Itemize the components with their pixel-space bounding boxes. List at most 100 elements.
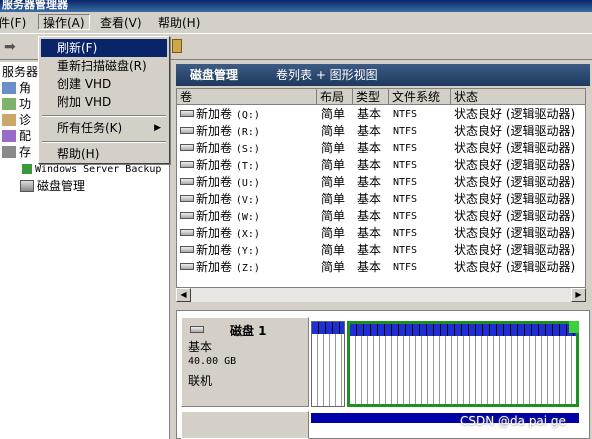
volume-icon <box>180 144 194 151</box>
disk-name: 磁盘 1 <box>230 324 267 338</box>
scroll-left-icon[interactable]: ◀ <box>176 288 191 302</box>
storage-icon <box>2 146 16 158</box>
layout-cell: 简单 <box>321 192 346 206</box>
tree-item-storage[interactable]: 存 <box>2 144 31 160</box>
disk-state: 联机 <box>188 374 213 388</box>
configuration-icon <box>2 130 16 142</box>
tree-item-backup[interactable]: Windows Server Backup <box>22 162 161 178</box>
volume-cell: 新加卷 (X:) <box>180 225 260 243</box>
tree-root-label[interactable]: 服务器 <box>2 64 38 80</box>
volume-cell: 新加卷 (Q:) <box>180 106 260 124</box>
partition-primary[interactable] <box>311 321 345 407</box>
layout-cell: 简单 <box>321 124 346 138</box>
status-cell: 状态良好 (逻辑驱动器) <box>454 243 576 257</box>
menu-action[interactable]: 操作(A) <box>38 14 90 30</box>
column-header-filesystem[interactable]: 文件系统 <box>389 89 451 105</box>
table-row[interactable]: 新加卷 (U:) 简单 基本 NTFS 状态良好 (逻辑驱动器) <box>177 174 585 192</box>
menu-help[interactable]: 帮助(H) <box>154 15 204 31</box>
table-row[interactable]: 新加卷 (W:) 简单 基本 NTFS 状态良好 (逻辑驱动器) <box>177 208 585 226</box>
watermark: CSDN @da pai ge <box>460 414 566 428</box>
disk-kind: 基本 <box>188 340 213 354</box>
panel-title: 磁盘管理 <box>190 68 239 82</box>
table-row[interactable]: 新加卷 (Q:) 简单 基本 NTFS 状态良好 (逻辑驱动器) <box>177 106 585 124</box>
window-title: 服务器管理器 <box>2 0 68 11</box>
status-cell: 状态良好 (逻辑驱动器) <box>454 192 576 206</box>
type-cell: 基本 <box>357 243 382 257</box>
column-header-layout[interactable]: 布局 <box>317 89 353 105</box>
free-space-marker <box>569 321 579 333</box>
panel-header: 磁盘管理 卷列表 + 图形视图 <box>176 64 590 86</box>
table-row[interactable]: 新加卷 (X:) 简单 基本 NTFS 状态良好 (逻辑驱动器) <box>177 225 585 243</box>
disk-management-icon <box>20 180 34 192</box>
horizontal-scrollbar[interactable]: ◀ ▶ <box>176 287 586 302</box>
tree-item-features[interactable]: 功 <box>2 96 31 112</box>
window-title-bar: 服务器管理器 <box>0 0 592 12</box>
type-cell: 基本 <box>357 158 382 172</box>
disk-info-card[interactable]: 磁盘 1 基本 40.00 GB 联机 <box>181 317 309 407</box>
disk-icon <box>190 326 204 333</box>
column-header-status[interactable]: 状态 <box>451 89 585 105</box>
volume-cell: 新加卷 (U:) <box>180 174 260 192</box>
volume-table: 卷 布局 类型 文件系统 状态 新加卷 (Q:) 简单 基本 NTFS 状态良好 (逻辑… <box>176 88 586 302</box>
type-cell: 基本 <box>357 209 382 223</box>
type-cell: 基本 <box>357 192 382 206</box>
table-row[interactable]: 新加卷 (V:) 简单 基本 NTFS 状态良好 (逻辑驱动器) <box>177 191 585 209</box>
tree-item-disk-management[interactable]: 磁盘管理 <box>20 178 85 194</box>
filesystem-cell: NTFS <box>393 245 418 256</box>
column-header-volume[interactable]: 卷 <box>177 89 317 105</box>
type-cell: 基本 <box>357 107 382 121</box>
table-row[interactable]: 新加卷 (Z:) 简单 基本 NTFS 状态良好 (逻辑驱动器) <box>177 259 585 276</box>
forward-arrow-icon[interactable]: ➡ <box>4 39 22 55</box>
status-cell: 状态良好 (逻辑驱动器) <box>454 124 576 138</box>
scroll-right-icon[interactable]: ▶ <box>571 288 586 302</box>
menu-help-item[interactable]: 帮助(H) <box>41 145 167 163</box>
layout-cell: 简单 <box>321 175 346 189</box>
type-cell: 基本 <box>357 260 382 274</box>
layout-cell: 简单 <box>321 243 346 257</box>
menu-rescan-disks[interactable]: 重新扫描磁盘(R) <box>41 57 167 75</box>
menu-separator <box>42 115 166 117</box>
table-row[interactable]: 新加卷 (Y:) 简单 基本 NTFS 状态良好 (逻辑驱动器) <box>177 242 585 260</box>
layout-cell: 简单 <box>321 141 346 155</box>
table-row[interactable]: 新加卷 (R:) 简单 基本 NTFS 状态良好 (逻辑驱动器) <box>177 123 585 141</box>
tree-item-roles[interactable]: 角 <box>2 80 31 96</box>
type-cell: 基本 <box>357 141 382 155</box>
filesystem-cell: NTFS <box>393 194 418 205</box>
disk-management-panel: 磁盘管理 卷列表 + 图形视图 卷 布局 类型 文件系统 状态 新加卷 (Q:)… <box>172 62 592 439</box>
menu-bar: 件(F) 操作(A) 查看(V) 帮助(H) <box>0 12 592 34</box>
layout-cell: 简单 <box>321 260 346 274</box>
diagnostics-icon <box>2 114 16 126</box>
table-row[interactable]: 新加卷 (T:) 简单 基本 NTFS 状态良好 (逻辑驱动器) <box>177 157 585 175</box>
column-header-type[interactable]: 类型 <box>353 89 389 105</box>
disk2-info-card[interactable] <box>181 411 309 439</box>
status-cell: 状态良好 (逻辑驱动器) <box>454 107 576 121</box>
volume-cell: 新加卷 (R:) <box>180 123 260 141</box>
volume-icon <box>180 161 194 168</box>
tree-item-diagnostics[interactable]: 诊 <box>2 112 31 128</box>
volume-cell: 新加卷 (W:) <box>180 208 260 226</box>
roles-icon <box>2 82 16 94</box>
menu-view[interactable]: 查看(V) <box>96 15 146 31</box>
partition-extended[interactable] <box>347 321 579 407</box>
volume-cell: 新加卷 (T:) <box>180 157 260 175</box>
layout-cell: 简单 <box>321 226 346 240</box>
menu-create-vhd[interactable]: 创建 VHD <box>41 75 167 93</box>
menu-file[interactable]: 件(F) <box>0 15 30 31</box>
volume-cell: 新加卷 (Y:) <box>180 242 260 260</box>
layout-cell: 简单 <box>321 158 346 172</box>
type-cell: 基本 <box>357 175 382 189</box>
tree-item-configuration[interactable]: 配 <box>2 128 31 144</box>
filesystem-cell: NTFS <box>393 262 418 273</box>
table-row[interactable]: 新加卷 (S:) 简单 基本 NTFS 状态良好 (逻辑驱动器) <box>177 140 585 157</box>
filesystem-cell: NTFS <box>393 211 418 222</box>
menu-attach-vhd[interactable]: 附加 VHD <box>41 93 167 111</box>
menu-refresh[interactable]: 刷新(F) <box>41 39 167 57</box>
volume-cell: 新加卷 (V:) <box>180 191 260 209</box>
volume-icon <box>180 195 194 202</box>
status-cell: 状态良好 (逻辑驱动器) <box>454 260 576 274</box>
volume-icon <box>180 263 194 270</box>
action-menu-dropdown: 刷新(F) 重新扫描磁盘(R) 创建 VHD 附加 VHD 所有任务(K) ▶ … <box>38 36 170 164</box>
type-cell: 基本 <box>357 124 382 138</box>
properties-icon[interactable] <box>172 39 182 53</box>
menu-all-tasks[interactable]: 所有任务(K) ▶ <box>41 119 167 137</box>
